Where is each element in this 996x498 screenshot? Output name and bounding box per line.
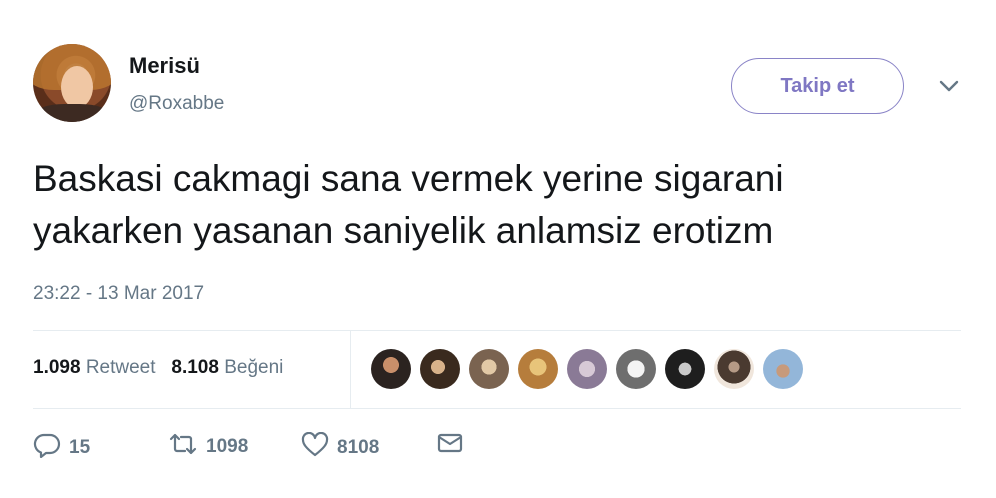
- envelope-icon: [436, 432, 472, 460]
- liker-avatar[interactable]: [371, 349, 411, 389]
- follow-button[interactable]: Takip et: [731, 58, 904, 114]
- message-button[interactable]: [436, 432, 472, 460]
- retweet-stat[interactable]: 1.098 Retweet: [33, 357, 156, 378]
- retweet-count: 1.098: [33, 357, 81, 378]
- retweet-button[interactable]: 1098: [168, 432, 248, 462]
- tweet-timestamp[interactable]: 23:22 - 13 Mar 2017: [33, 283, 204, 305]
- divider-top: [33, 330, 961, 331]
- tweet-stats: 1.098 Retweet 8.108 Beğeni: [33, 357, 283, 379]
- reply-icon: [33, 432, 69, 464]
- liker-avatar[interactable]: [469, 349, 509, 389]
- retweet-label: Retweet: [85, 357, 156, 378]
- heart-icon: [301, 431, 337, 464]
- liker-avatar[interactable]: [420, 349, 460, 389]
- avatar[interactable]: [33, 44, 111, 122]
- tweet-text: Baskasi cakmagi sana vermek yerine sigar…: [33, 153, 973, 257]
- like-label: Beğeni: [224, 357, 284, 378]
- reply-button[interactable]: 15: [33, 432, 90, 464]
- stats-separator: [350, 331, 351, 408]
- tweet-line: Baskasi cakmagi sana vermek yerine sigar…: [33, 158, 784, 199]
- chevron-down-icon[interactable]: [938, 78, 960, 94]
- retweet-action-count: 1098: [206, 436, 249, 457]
- like-count: 8.108: [171, 357, 219, 378]
- liker-avatar[interactable]: [567, 349, 607, 389]
- avatar-face: [61, 66, 93, 108]
- user-handle[interactable]: @Roxabbe: [129, 93, 224, 115]
- liker-avatar[interactable]: [763, 349, 803, 389]
- like-action-count: 8108: [337, 437, 380, 458]
- like-button[interactable]: 8108: [301, 431, 380, 464]
- retweet-icon: [168, 432, 206, 462]
- like-stat[interactable]: 8.108 Beğeni: [171, 357, 283, 378]
- liker-avatar[interactable]: [616, 349, 656, 389]
- liker-avatar[interactable]: [714, 349, 754, 389]
- reply-count: 15: [69, 437, 91, 458]
- liker-avatar[interactable]: [518, 349, 558, 389]
- liker-avatar[interactable]: [665, 349, 705, 389]
- divider-bottom: [33, 408, 961, 409]
- user-name[interactable]: Merisü: [129, 53, 200, 79]
- avatar-shoulder: [33, 104, 111, 122]
- tweet-line: yakarken yasanan saniyelik anlamsiz erot…: [33, 210, 774, 251]
